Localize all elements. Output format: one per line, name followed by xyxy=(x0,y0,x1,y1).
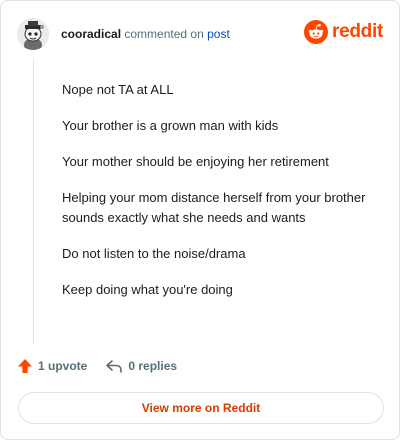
commented-on-text: commented on xyxy=(124,27,204,41)
comment-header: cooradical commented on post xyxy=(61,27,230,41)
post-link[interactable]: post xyxy=(207,27,230,41)
comment-actions: 1 upvote 0 replies xyxy=(17,358,177,374)
upvote-arrow-icon xyxy=(18,359,32,373)
username-link[interactable]: cooradical xyxy=(61,27,121,41)
comment-paragraph: Your mother should be enjoying her retir… xyxy=(62,154,329,169)
reddit-logo-icon xyxy=(304,20,329,44)
replies-button[interactable]: 0 replies xyxy=(105,358,177,374)
comment-paragraph: Nope not TA at ALL xyxy=(62,82,174,97)
replies-count: 0 replies xyxy=(128,359,178,373)
thread-line xyxy=(33,59,34,345)
snoo-avatar-icon xyxy=(17,18,49,50)
view-more-on-reddit-button[interactable]: View more on Reddit xyxy=(18,392,384,424)
upvote-button[interactable]: 1 upvote xyxy=(17,358,87,374)
reply-arrow-icon xyxy=(106,360,123,373)
comment-paragraph: Keep doing what you're doing xyxy=(62,282,233,297)
comment-body: Nope not TA at ALL Your brother is a gro… xyxy=(62,80,382,316)
comment-paragraph: Helping your mom distance herself from y… xyxy=(62,190,366,225)
comment-paragraph: Your brother is a grown man with kids xyxy=(62,118,279,133)
reddit-wordmark: reddit xyxy=(332,21,383,42)
user-avatar[interactable] xyxy=(17,18,49,50)
reddit-logo[interactable]: reddit xyxy=(304,20,383,44)
comment-paragraph: Do not listen to the noise/drama xyxy=(62,246,246,261)
comment-embed-card: cooradical commented on post reddit Nope… xyxy=(0,0,400,440)
upvote-count: 1 upvote xyxy=(38,359,88,373)
